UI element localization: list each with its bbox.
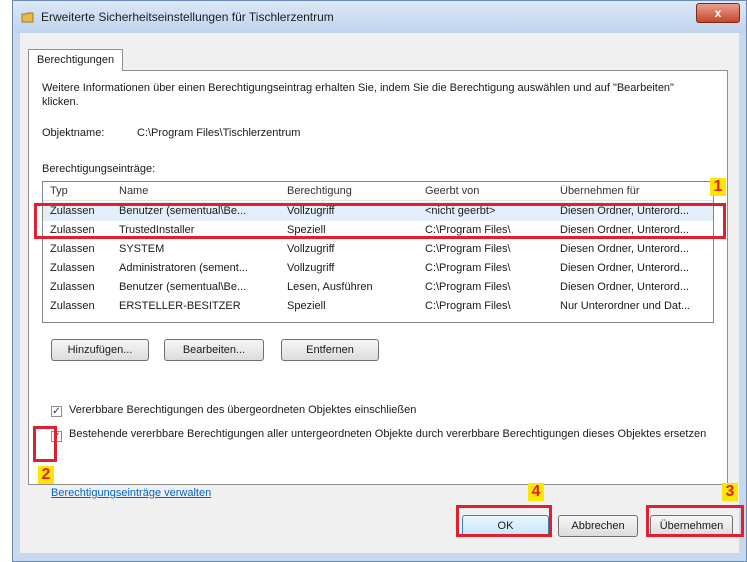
cell-berechtigung: Vollzugriff (287, 243, 335, 255)
cell-name: Benutzer (sementual\Be... (119, 281, 247, 293)
cell-name: Administratoren (sement... (119, 262, 248, 274)
close-button[interactable]: x (696, 3, 740, 23)
edit-button[interactable]: Bearbeiten... (164, 339, 264, 361)
cell-geerbt-von: C:\Program Files\ (425, 262, 511, 274)
column-header-name[interactable]: Name (119, 185, 279, 197)
inherit-checkbox[interactable]: ✓ (51, 406, 62, 417)
window-title: Erweiterte Sicherheitseinstellungen für … (41, 10, 334, 24)
cell-uebernehmen-fuer: Diesen Ordner, Unterord... (560, 262, 690, 274)
cell-name: SYSTEM (119, 243, 165, 255)
permission-entries-label: Berechtigungseinträge: (42, 163, 156, 175)
cell-berechtigung: Speziell (287, 300, 326, 312)
marker-1: 1 (710, 178, 726, 196)
replace-checkbox-label[interactable]: Bestehende vererbbare Berechtigungen all… (69, 428, 709, 441)
cell-typ: Zulassen (50, 262, 95, 274)
marker-2: 2 (38, 466, 54, 484)
remove-button[interactable]: Entfernen (281, 339, 379, 361)
cell-typ: Zulassen (50, 243, 95, 255)
cell-uebernehmen-fuer: Diesen Ordner, Unterord... (560, 243, 690, 255)
highlight-box-ok-button (456, 505, 552, 537)
column-header-berechtigung[interactable]: Berechtigung (287, 185, 417, 197)
add-button[interactable]: Hinzufügen... (51, 339, 149, 361)
title-bar[interactable]: Erweiterte Sicherheitseinstellungen für … (13, 1, 746, 33)
cell-name: ERSTELLER-BESITZER (119, 300, 241, 312)
inherit-checkbox-label[interactable]: Vererbbare Berechtigungen des übergeordn… (69, 404, 416, 416)
cell-geerbt-von: C:\Program Files\ (425, 243, 511, 255)
cell-uebernehmen-fuer: Nur Unterordner und Dat... (560, 300, 691, 312)
cancel-button[interactable]: Abbrechen (558, 515, 638, 537)
list-header: Typ Name Berechtigung Geerbt von Überneh… (43, 182, 713, 201)
cell-berechtigung: Vollzugriff (287, 262, 335, 274)
permissions-tab-panel: Weitere Informationen über einen Berecht… (28, 70, 728, 499)
manage-permissions-link[interactable]: Berechtigungseinträge verwalten (51, 487, 211, 499)
folder-icon (21, 12, 34, 23)
cell-uebernehmen-fuer: Diesen Ordner, Unterord... (560, 281, 690, 293)
tab-berechtigungen[interactable]: Berechtigungen (28, 49, 124, 71)
highlight-box-selected-row (34, 203, 726, 239)
column-header-geerbt-von[interactable]: Geerbt von (425, 185, 553, 197)
cell-berechtigung: Lesen, Ausführen (287, 281, 373, 293)
marker-3: 3 (722, 483, 738, 501)
table-row[interactable]: Zulassen ERSTELLER-BESITZER Speziell C:\… (43, 297, 713, 316)
cell-typ: Zulassen (50, 300, 95, 312)
marker-4: 4 (528, 483, 544, 501)
cell-typ: Zulassen (50, 281, 95, 293)
highlight-box-apply-button (646, 505, 744, 537)
table-row[interactable]: Zulassen SYSTEM Vollzugriff C:\Program F… (43, 240, 713, 259)
security-dialog-window: Erweiterte Sicherheitseinstellungen für … (12, 0, 747, 562)
column-header-uebernehmen-fuer[interactable]: Übernehmen für (560, 185, 712, 197)
object-name-label: Objektname: (42, 127, 105, 139)
object-name-value: C:\Program Files\Tischlerzentrum (137, 127, 301, 139)
table-row[interactable]: Zulassen Administratoren (sement... Voll… (43, 259, 713, 278)
cell-geerbt-von: C:\Program Files\ (425, 300, 511, 312)
highlight-box-replace-checkbox (33, 426, 57, 462)
cell-geerbt-von: C:\Program Files\ (425, 281, 511, 293)
column-header-typ[interactable]: Typ (50, 185, 112, 197)
info-text: Weitere Informationen über einen Berecht… (42, 82, 674, 108)
table-row[interactable]: Zulassen Benutzer (sementual\Be... Lesen… (43, 278, 713, 297)
dialog-client-area: Berechtigungen Weitere Informationen übe… (20, 33, 739, 553)
